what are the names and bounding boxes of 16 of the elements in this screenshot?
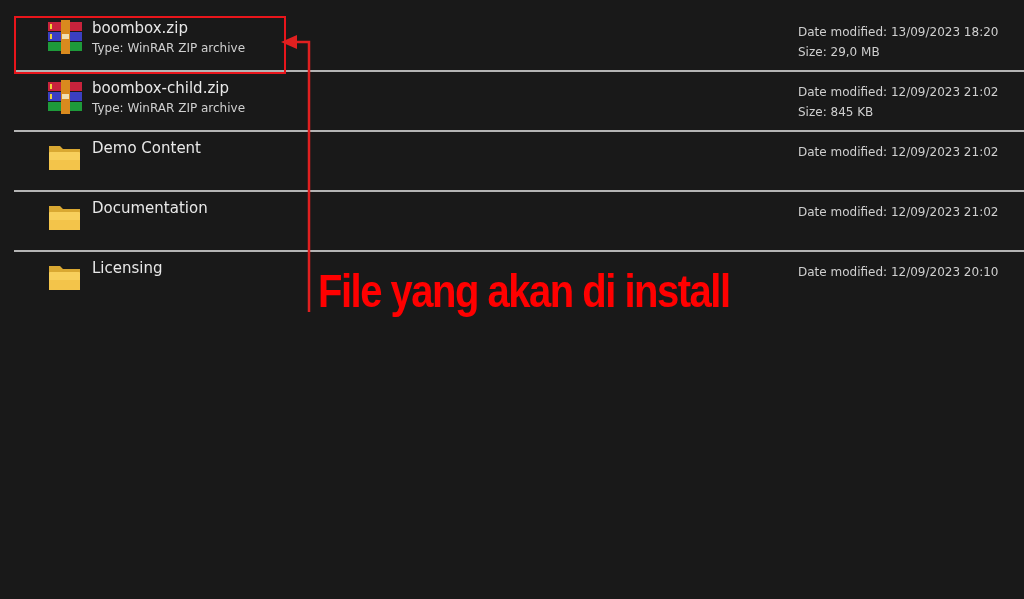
date-modified: Date modified: 13/09/2023 18:20 xyxy=(798,25,1000,39)
file-name[interactable]: boombox-child.zip xyxy=(92,79,798,97)
file-name[interactable]: Documentation xyxy=(92,199,798,217)
annotation-text: File yang akan di install xyxy=(318,266,730,318)
date-modified: Date modified: 12/09/2023 21:02 xyxy=(798,205,1000,219)
file-name[interactable]: boombox.zip xyxy=(92,19,798,37)
file-type: Type: WinRAR ZIP archive xyxy=(92,101,247,115)
file-name[interactable]: Demo Content xyxy=(92,139,798,157)
date-modified: Date modified: 12/09/2023 20:10 xyxy=(798,265,1000,279)
file-size: Size: 29,0 MB xyxy=(798,45,881,59)
archive-books-icon xyxy=(48,20,82,54)
file-size: Size: 845 KB xyxy=(798,105,875,119)
date-modified: Date modified: 12/09/2023 21:02 xyxy=(798,145,1000,159)
file-type: Type: WinRAR ZIP archive xyxy=(92,41,247,55)
archive-books-icon xyxy=(48,80,82,114)
date-modified: Date modified: 12/09/2023 21:02 xyxy=(798,85,1000,99)
